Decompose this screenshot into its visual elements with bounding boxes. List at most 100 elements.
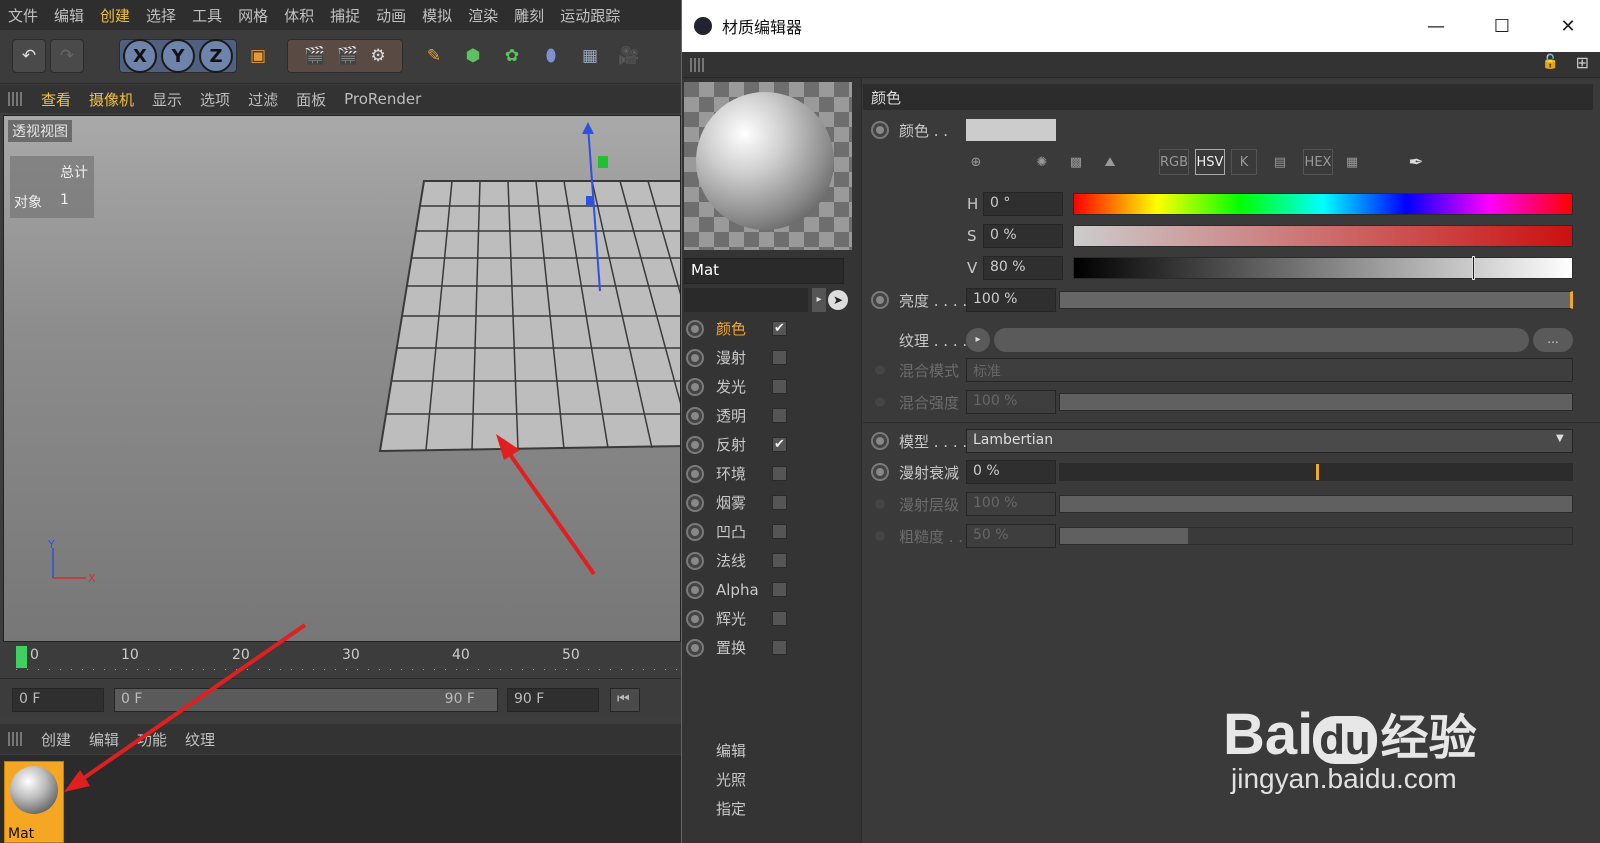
diffuse-falloff-knob[interactable] xyxy=(1316,464,1319,480)
menu-select[interactable]: 选择 xyxy=(138,5,184,26)
mat-menu-create[interactable]: 创建 xyxy=(32,729,80,750)
menu-volume[interactable]: 体积 xyxy=(276,5,322,26)
channel-animate-radio[interactable] xyxy=(686,551,704,570)
vp-menu-panel[interactable]: 面板 xyxy=(287,89,335,110)
hsv-mode-button[interactable]: HSV xyxy=(1195,149,1225,175)
floor-button[interactable]: ▦ xyxy=(573,39,607,73)
frame-range-slider[interactable]: 0 F 90 F xyxy=(114,688,498,712)
channel-checkbox[interactable] xyxy=(772,524,787,539)
vp-menu-display[interactable]: 显示 xyxy=(143,89,191,110)
channel-checkbox[interactable] xyxy=(772,466,787,481)
channel-checkbox[interactable] xyxy=(772,611,787,626)
brightness-slider[interactable] xyxy=(1059,291,1573,309)
deformer-button[interactable]: ⬮ xyxy=(534,39,568,73)
channel-item[interactable]: 发光 xyxy=(682,372,862,401)
channel-animate-radio[interactable] xyxy=(686,609,704,628)
menu-sculpt[interactable]: 雕刻 xyxy=(506,5,552,26)
channel-item[interactable]: 透明 xyxy=(682,401,862,430)
rgb-mode-button[interactable]: RGB xyxy=(1159,149,1189,175)
vp-menu-prorender[interactable]: ProRender xyxy=(335,90,430,108)
channel-animate-radio[interactable] xyxy=(686,580,704,599)
material-name-field[interactable]: Mat xyxy=(684,258,844,284)
channel-animate-radio[interactable] xyxy=(686,435,704,454)
channel-item[interactable]: 法线 xyxy=(682,546,862,575)
channel-assign[interactable]: 指定 xyxy=(716,798,746,819)
lock-icon[interactable]: 🔓 xyxy=(1542,54,1559,70)
swatch-grid-icon[interactable]: ▦ xyxy=(1339,149,1365,175)
menu-render[interactable]: 渲染 xyxy=(460,5,506,26)
channel-checkbox[interactable] xyxy=(772,350,787,365)
value-slider-knob[interactable] xyxy=(1472,256,1476,280)
channel-item[interactable]: 置换 xyxy=(682,633,862,662)
render-view-icon[interactable]: 🎬 xyxy=(304,46,325,66)
menu-motion-tracking[interactable]: 运动跟踪 xyxy=(552,5,628,26)
menu-snap[interactable]: 捕捉 xyxy=(322,5,368,26)
vp-menu-camera[interactable]: 摄像机 xyxy=(80,89,143,110)
vp-menu-filter[interactable]: 过滤 xyxy=(239,89,287,110)
channel-item[interactable]: 漫射 xyxy=(682,343,862,372)
channel-illumination[interactable]: 光照 xyxy=(716,769,746,790)
diffuse-falloff-slider[interactable] xyxy=(1059,463,1573,481)
texture-expand-icon[interactable]: ▸ xyxy=(966,328,990,352)
channel-animate-radio[interactable] xyxy=(686,319,704,338)
vp-menu-options[interactable]: 选项 xyxy=(191,89,239,110)
value-slider[interactable] xyxy=(1073,256,1573,280)
value-field[interactable]: 80 % xyxy=(983,256,1063,280)
undo-button[interactable]: ↶ xyxy=(12,39,46,73)
camera-button[interactable]: 🎥 xyxy=(612,39,646,73)
channel-item[interactable]: 凹凸 xyxy=(682,517,862,546)
render-settings-icon[interactable]: ⚙ xyxy=(371,46,386,66)
channel-item[interactable]: 烟雾 xyxy=(682,488,862,517)
y-axis-handle[interactable] xyxy=(598,156,608,168)
channel-checkbox[interactable] xyxy=(772,553,787,568)
menu-file[interactable]: 文件 xyxy=(0,5,46,26)
menu-edit[interactable]: 编辑 xyxy=(46,5,92,26)
color-wheel-icon[interactable]: ⊕ xyxy=(963,149,989,175)
close-button[interactable]: ✕ xyxy=(1535,0,1600,52)
channel-edit[interactable]: 编辑 xyxy=(716,740,746,761)
kelvin-mode-button[interactable]: K xyxy=(1231,149,1257,175)
channel-checkbox[interactable] xyxy=(772,640,787,655)
texture-slot[interactable] xyxy=(994,328,1529,352)
material-thumbnail[interactable]: Mat xyxy=(4,761,64,843)
diffuse-falloff-field[interactable]: 0 % xyxy=(966,460,1056,484)
x-axis-button[interactable]: X xyxy=(123,39,157,73)
z-axis-handle[interactable] xyxy=(586,196,594,206)
current-frame-field[interactable]: 0 F xyxy=(12,688,104,712)
menu-tools[interactable]: 工具 xyxy=(184,5,230,26)
model-animate-radio[interactable] xyxy=(871,432,889,450)
hex-mode-button[interactable]: HEX xyxy=(1303,149,1333,175)
channel-checkbox[interactable] xyxy=(772,379,787,394)
gradient-square-icon[interactable]: ▩ xyxy=(1063,149,1089,175)
minimize-button[interactable]: — xyxy=(1403,0,1469,52)
mat-menu-edit[interactable]: 编辑 xyxy=(80,729,128,750)
menu-simulate[interactable]: 模拟 xyxy=(414,5,460,26)
channel-animate-radio[interactable] xyxy=(686,377,704,396)
new-window-icon[interactable]: ⊞ xyxy=(1576,53,1589,72)
vp-menu-view[interactable]: 查看 xyxy=(32,89,80,110)
channel-animate-radio[interactable] xyxy=(686,348,704,367)
brightness-field[interactable]: 100 % xyxy=(966,288,1056,312)
pick-cursor-icon[interactable]: ➤ xyxy=(828,290,848,310)
perspective-viewport[interactable]: Y X 透视视图 总计 对象 1 xyxy=(3,115,681,642)
color-swatch[interactable] xyxy=(966,119,1056,141)
timeline-ruler[interactable]: 0 10 20 30 40 50 xyxy=(0,643,681,679)
maximize-button[interactable]: ☐ xyxy=(1469,0,1535,52)
channel-item[interactable]: Alpha xyxy=(682,575,862,604)
channel-checkbox[interactable] xyxy=(772,495,787,510)
mat-menu-function[interactable]: 功能 xyxy=(128,729,176,750)
channel-animate-radio[interactable] xyxy=(686,464,704,483)
texture-browse-button[interactable]: ... xyxy=(1533,328,1573,352)
render-picture-viewer-icon[interactable]: 🎬 xyxy=(337,46,358,66)
max-frame-field[interactable]: 90 F xyxy=(507,688,599,712)
saturation-slider[interactable] xyxy=(1073,225,1573,247)
subdivision-button[interactable]: ✿ xyxy=(495,39,529,73)
material-preview[interactable] xyxy=(684,82,852,250)
channel-item[interactable]: 颜色 ✔ xyxy=(682,314,862,343)
hue-slider[interactable] xyxy=(1073,193,1573,215)
channel-animate-radio[interactable] xyxy=(686,522,704,541)
mat-menu-texture[interactable]: 纹理 xyxy=(176,729,224,750)
channel-animate-radio[interactable] xyxy=(686,638,704,657)
z-axis-button[interactable]: Z xyxy=(199,39,233,73)
channel-animate-radio[interactable] xyxy=(686,406,704,425)
